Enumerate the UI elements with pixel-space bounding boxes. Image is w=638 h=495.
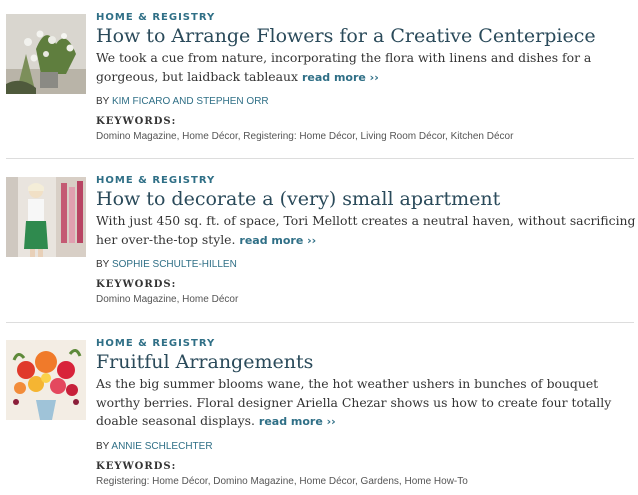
article-category[interactable]: HOME & REGISTRY (96, 338, 636, 350)
article-title[interactable]: Fruitful Arrangements (96, 351, 636, 374)
description-text: With just 450 sq. ft. of space, Tori Mel… (96, 213, 636, 247)
article-byline: BY KIM FICARO AND STEPHEN ORR (96, 96, 636, 108)
fruit-bouquet-photo-icon (6, 340, 86, 420)
keywords-list: Domino Magazine, Home Décor, Registering… (96, 131, 514, 142)
byline-prefix: BY (96, 440, 110, 452)
article-byline: BY ANNIE SCHLECHTER (96, 441, 636, 453)
article-byline: BY SOPHIE SCHULTE-HILLEN (96, 259, 636, 271)
article-category[interactable]: HOME & REGISTRY (96, 12, 636, 24)
article-content: HOME & REGISTRY How to decorate a (very)… (96, 175, 636, 306)
read-more-link[interactable]: read more ›› (259, 415, 336, 428)
byline-prefix: BY (96, 259, 110, 270)
description-text: As the big summer blooms wane, the hot w… (96, 376, 612, 428)
article-thumbnail[interactable] (6, 177, 86, 257)
article-divider (6, 322, 634, 323)
article-category[interactable]: HOME & REGISTRY (96, 175, 636, 187)
read-more-link[interactable]: read more ›› (302, 71, 379, 84)
apartment-woman-photo-icon (6, 177, 86, 257)
keywords-list: Domino Magazine, Home Décor (96, 294, 239, 305)
article-content: HOME & REGISTRY Fruitful Arrangements As… (96, 338, 636, 488)
article-thumbnail[interactable] (6, 14, 86, 94)
author-link[interactable]: ANNIE SCHLECHTER (111, 441, 212, 452)
byline-prefix: BY (96, 96, 110, 107)
article-content: HOME & REGISTRY How to Arrange Flowers f… (96, 12, 636, 143)
article-description: With just 450 sq. ft. of space, Tori Mel… (96, 212, 636, 250)
author-link[interactable]: KIM FICARO AND STEPHEN ORR (112, 96, 269, 107)
article-description: As the big summer blooms wane, the hot w… (96, 375, 636, 432)
article-description: We took a cue from nature, incorporating… (96, 49, 636, 87)
keywords-list: Registering: Home Décor, Domino Magazine… (96, 475, 468, 487)
flower-centerpiece-photo-icon (6, 14, 86, 94)
article-divider (6, 158, 634, 159)
article-title[interactable]: How to Arrange Flowers for a Creative Ce… (96, 25, 636, 48)
keywords-label: KEYWORDS: (96, 460, 177, 472)
read-more-link[interactable]: read more ›› (239, 234, 316, 247)
author-link[interactable]: SOPHIE SCHULTE-HILLEN (112, 259, 237, 270)
article-thumbnail[interactable] (6, 340, 86, 420)
keywords-label: KEYWORDS: (96, 116, 177, 127)
keywords-label: KEYWORDS: (96, 279, 177, 290)
article-title[interactable]: How to decorate a (very) small apartment (96, 188, 636, 211)
